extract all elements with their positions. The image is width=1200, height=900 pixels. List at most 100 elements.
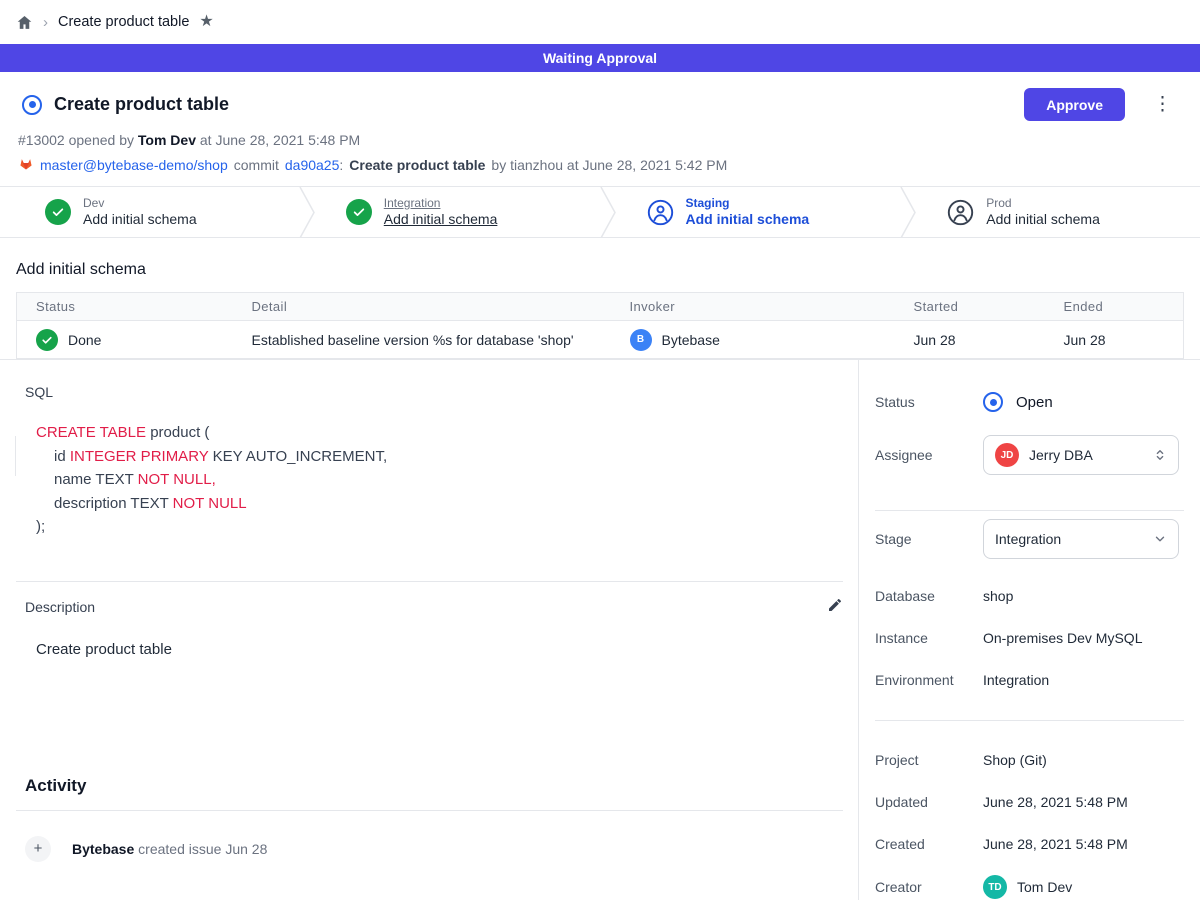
col-detail: Detail (252, 293, 630, 321)
stage-task-label: Add initial schema (986, 211, 1100, 229)
bookmark-star-icon[interactable]: ★ (199, 14, 213, 30)
stage-task-label: Add initial schema (686, 211, 810, 229)
stage-separator (899, 187, 917, 238)
issue-id-opened-by: #13002 opened by (18, 132, 134, 148)
col-invoker: Invoker (630, 293, 914, 321)
stage-dev[interactable]: Dev Add initial schema (0, 187, 298, 237)
issue-header: Create product table Approve ⋮ #13002 op… (0, 72, 1200, 186)
assignee-select[interactable]: JD Jerry DBA (983, 435, 1179, 475)
sql-statement: CREATE TABLE product ( id INTEGER PRIMAR… (36, 421, 842, 539)
stage-value: Integration (995, 531, 1061, 547)
home-icon[interactable] (16, 14, 33, 31)
breadcrumb-chevron-icon: › (43, 15, 48, 30)
kebab-menu-icon[interactable]: ⋮ (1149, 93, 1176, 116)
activity-item: + Bytebase created issue Jun 28 (25, 836, 842, 862)
project-value: Shop (Git) (983, 752, 1184, 768)
updown-chevron-icon (1153, 447, 1167, 463)
task-invoker: Bytebase (662, 332, 720, 348)
stage-env-label: Staging (686, 196, 810, 211)
creator-label: Creator (875, 879, 983, 895)
creator-avatar: TD (983, 875, 1007, 899)
project-label: Project (875, 752, 983, 768)
done-check-icon (346, 199, 372, 225)
activity-title: Activity (25, 776, 842, 796)
plus-icon[interactable]: + (25, 836, 51, 862)
approve-button[interactable]: Approve (1024, 88, 1125, 121)
page-title: Create product table (54, 94, 229, 115)
description-label: Description (25, 599, 95, 615)
done-check-icon (45, 199, 71, 225)
chevron-down-icon (1153, 532, 1167, 546)
task-section-title: Add initial schema (16, 261, 1184, 279)
task-ended: Jun 28 (1064, 321, 1184, 359)
issue-meta: #13002 opened by Tom Dev at June 28, 202… (18, 132, 1176, 148)
divider (16, 581, 843, 582)
sql-section-label: SQL (25, 384, 842, 400)
created-value: June 28, 2021 5:48 PM (983, 836, 1184, 852)
environment-value: Integration (983, 672, 1184, 688)
database-label: Database (875, 588, 983, 604)
vcs-commit-row: master@bytebase-demo/shop commit da90a25… (18, 156, 1176, 174)
col-status: Status (17, 293, 252, 321)
vcs-commit-label: commit (234, 157, 279, 173)
stage-env-label: Prod (986, 196, 1100, 211)
issue-body: SQL CREATE TABLE product ( id INTEGER PR… (0, 360, 858, 900)
stage-env-label: Integration (384, 196, 498, 211)
edit-pencil-icon[interactable] (827, 597, 843, 618)
vcs-commit-author-time: by tianzhou at June 28, 2021 5:42 PM (491, 157, 727, 173)
vcs-branch-link[interactable]: master@bytebase-demo/shop (40, 157, 228, 173)
instance-value: On-premises Dev MySQL (983, 630, 1184, 646)
open-status-icon (983, 392, 1003, 412)
col-ended: Ended (1064, 293, 1184, 321)
stage-separator (599, 187, 617, 238)
breadcrumb-title: Create product table (58, 14, 189, 30)
issue-open-status-icon (22, 95, 42, 115)
stage-env-label: Dev (83, 196, 197, 211)
stage-prod[interactable]: Prod Add initial schema (917, 187, 1200, 237)
divider (875, 510, 1184, 511)
divider (16, 810, 843, 811)
database-value: shop (983, 588, 1184, 604)
assignee-label: Assignee (875, 447, 983, 463)
stage-staging[interactable]: Staging Add initial schema (617, 187, 900, 237)
stage-select[interactable]: Integration (983, 519, 1179, 559)
task-status: Done (68, 332, 101, 348)
activity-action: created issue Jun 28 (138, 841, 267, 857)
task-detail: Established baseline version %s for data… (252, 321, 630, 359)
stage-integration[interactable]: Integration Add initial schema (316, 187, 599, 237)
waiting-approval-banner: Waiting Approval (0, 44, 1200, 72)
task-section: Add initial schema Status Detail Invoker… (0, 238, 1200, 359)
pending-person-icon (647, 199, 674, 226)
bytebase-avatar: B (630, 329, 652, 351)
table-row[interactable]: Done Established baseline version %s for… (17, 321, 1184, 359)
issue-sidebar: Status Open Assignee JD Jerry DBA (858, 360, 1200, 900)
description-text: Create product table (36, 641, 842, 658)
stage-label: Stage (875, 531, 983, 547)
task-table: Status Detail Invoker Started Ended Done (16, 292, 1184, 359)
creator-value: Tom Dev (1017, 879, 1072, 895)
breadcrumb: › Create product table ★ (0, 0, 1200, 44)
pending-person-icon (947, 199, 974, 226)
updated-label: Updated (875, 794, 983, 810)
stage-task-label: Add initial schema (83, 211, 197, 229)
stage-separator (298, 187, 316, 238)
activity-actor: Bytebase (72, 841, 134, 857)
issue-opened-time: at June 28, 2021 5:48 PM (200, 132, 360, 148)
stage-task-label: Add initial schema (384, 211, 498, 229)
issue-author: Tom Dev (138, 132, 196, 148)
instance-label: Instance (875, 630, 983, 646)
done-check-icon (36, 329, 58, 351)
environment-label: Environment (875, 672, 983, 688)
status-value: Open (1016, 394, 1053, 411)
status-label: Status (875, 394, 983, 410)
vcs-commit-hash-link[interactable]: da90a25 (285, 157, 340, 173)
task-table-header-row: Status Detail Invoker Started Ended (17, 293, 1184, 321)
gitlab-icon (18, 156, 34, 174)
updated-value: June 28, 2021 5:48 PM (983, 794, 1184, 810)
assignee-avatar: JD (995, 443, 1019, 467)
issue-detail-page: › Create product table ★ Waiting Approva… (0, 0, 1200, 900)
stage-pipeline: Dev Add initial schema Integration Add i… (0, 186, 1200, 238)
created-label: Created (875, 836, 983, 852)
assignee-value: Jerry DBA (1029, 447, 1093, 463)
task-started: Jun 28 (914, 321, 1064, 359)
